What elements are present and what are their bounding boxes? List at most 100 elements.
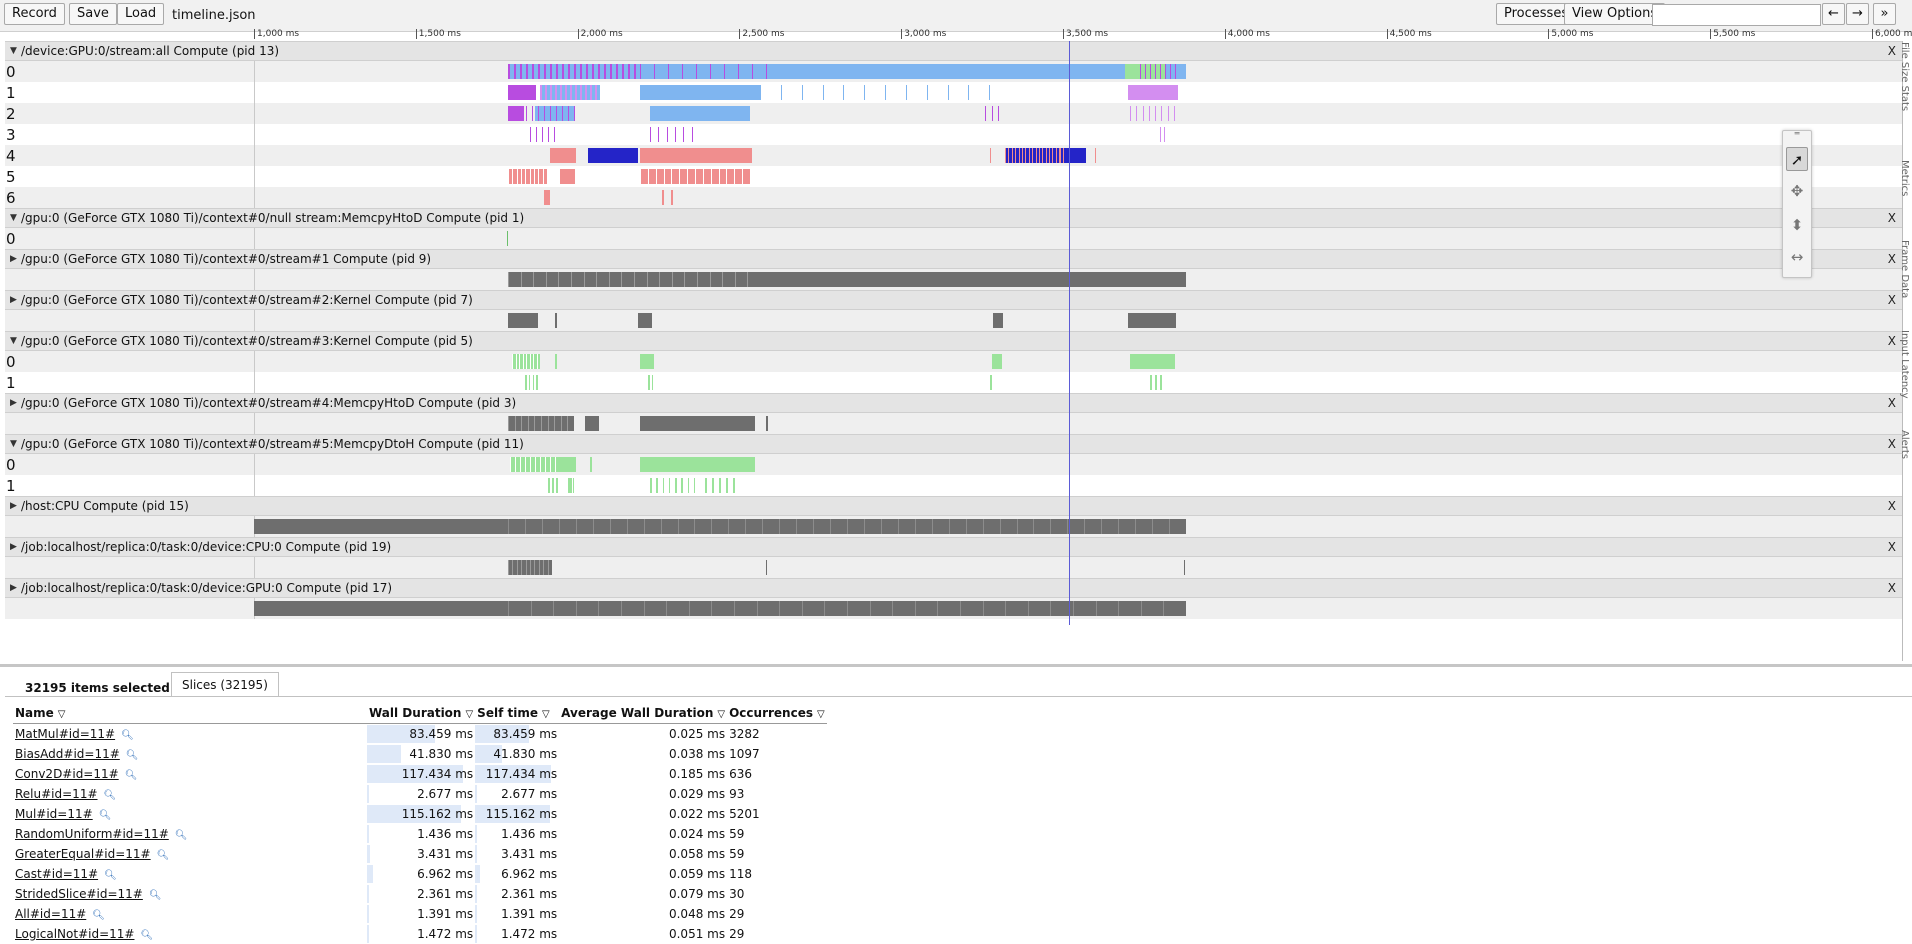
trace-slice[interactable] [536,375,538,390]
trace-slice[interactable] [550,64,552,79]
trace-slice[interactable] [948,519,950,534]
trace-slice[interactable] [671,190,673,205]
trace-slice[interactable] [1135,519,1137,534]
trace-slice[interactable] [847,519,848,534]
trace-slice[interactable] [705,478,707,493]
trace-slice[interactable] [766,416,768,431]
trace-slice[interactable] [515,354,517,369]
timeline-tracks[interactable]: ▼ /device:GPU:0/stream:all Compute (pid 1… [5,41,1902,661]
view-options-button[interactable]: View Options [1564,3,1666,25]
trace-slice[interactable] [1140,601,1142,616]
trace-slice[interactable] [1095,148,1096,163]
trace-slice[interactable] [663,169,665,184]
process-header[interactable]: ▶ /gpu:0 (GeForce GTX 1080 Ti)/context#0/… [5,290,1902,310]
mouse-mode-selector[interactable]: ═ ➚ ✥ ⬍ ↔ [1782,130,1812,278]
trace-slice[interactable] [516,169,518,184]
trace-slice[interactable] [519,354,520,369]
table-row[interactable]: All#id=11# 🔍︎ 1.391 ms 1.391 ms 0.048 ms 29 [13,904,827,924]
trace-slice[interactable] [527,416,529,431]
trace-slice[interactable] [542,127,543,142]
trace-slice[interactable] [508,106,524,121]
trace-slice[interactable] [610,64,612,79]
side-panel-tab[interactable]: Alerts [1899,430,1910,459]
trace-slice[interactable] [550,457,551,472]
trace-slice[interactable] [529,169,531,184]
trace-slice[interactable] [555,85,557,100]
trace-slice[interactable] [1050,519,1052,534]
trace-slice[interactable] [931,519,933,534]
trace-slice[interactable] [885,85,886,100]
trace-slice[interactable] [712,478,714,493]
trace-slice[interactable] [555,169,557,184]
trace-slice[interactable] [869,601,871,616]
close-process-icon[interactable]: X [1888,437,1896,451]
trace-slice[interactable] [668,478,671,493]
close-process-icon[interactable]: X [1888,540,1896,554]
trace-slice[interactable] [512,560,514,575]
close-process-icon[interactable]: X [1888,581,1896,595]
table-row[interactable]: LogicalNot#id=11# 🔍︎ 1.472 ms 1.472 ms 0.051… [13,924,827,944]
side-panel-tab[interactable]: Input Latency [1899,330,1910,399]
trace-slice[interactable] [545,457,546,472]
trace-slice[interactable] [562,106,563,121]
trace-slice[interactable] [598,64,600,79]
trace-slice[interactable] [1184,560,1185,575]
load-button[interactable]: Load [117,3,165,25]
trace-slice[interactable] [555,313,557,328]
trace-slice[interactable] [534,169,535,184]
trace-slice[interactable] [555,457,556,472]
trace-slice[interactable] [547,416,549,431]
trace-slice[interactable] [801,85,803,100]
trace-slice[interactable] [598,601,600,616]
magnifier-icon[interactable]: 🔍︎ [125,770,138,781]
process-header[interactable]: ▼ /gpu:0 (GeForce GTX 1080 Ti)/context#0/… [5,331,1902,351]
trace-slice[interactable] [1016,519,1018,534]
save-button[interactable]: Save [69,3,117,25]
trace-slice[interactable] [571,272,572,287]
trace-slice[interactable] [541,416,542,431]
table-row[interactable]: BiasAdd#id=11# 🔍︎ 41.830 ms 41.830 ms 0.038 … [13,744,827,764]
table-row[interactable]: GreaterEqual#id=11# 🔍︎ 3.431 ms 3.431 ms 0.0… [13,844,827,864]
trace-slice[interactable] [560,85,562,100]
slice-name-link[interactable]: LogicalNot#id=11# [15,927,134,941]
trace-slice[interactable] [993,313,1003,328]
trace-slice[interactable] [1155,375,1157,390]
trace-slice[interactable] [530,127,531,142]
process-header[interactable]: ▼ /device:GPU:0/stream:all Compute (pid 1… [5,41,1902,61]
trace-slice[interactable] [847,601,848,616]
trace-slice[interactable] [1170,64,1171,79]
trace-slice[interactable] [560,169,575,184]
slice-name-link[interactable]: StridedSlice#id=11# [15,887,143,901]
trace-slice[interactable] [999,519,1001,534]
trace-slice[interactable] [1032,148,1034,163]
trace-slice[interactable] [684,272,686,287]
trace-slice[interactable] [656,478,658,493]
trace-slice[interactable] [722,272,724,287]
trace-slice[interactable] [718,169,720,184]
trace-slice[interactable] [756,601,758,616]
trace-slice[interactable] [609,519,611,534]
column-header-occurrences[interactable]: Occurrences ▽ [727,702,827,724]
trace-slice[interactable] [724,64,725,79]
trace-slice[interactable] [555,354,557,369]
trace-slice[interactable] [575,85,577,100]
trace-slice[interactable] [556,478,558,493]
trace-slice[interactable] [1027,601,1029,616]
trace-slice[interactable] [622,64,624,79]
trace-slice[interactable] [554,127,555,142]
trace-slice[interactable] [508,601,509,616]
trace-slice[interactable] [1160,375,1162,390]
trace-slice[interactable] [640,169,641,184]
trace-slice[interactable] [535,106,575,121]
expanded-arrow-icon[interactable]: ▼ [10,439,17,449]
trace-slice[interactable] [553,601,555,616]
trace-slice[interactable] [688,601,690,616]
timing-mode-icon[interactable]: ↔ [1786,245,1808,269]
expanded-arrow-icon[interactable]: ▼ [10,46,17,56]
trace-slice[interactable] [687,478,689,493]
trace-slice[interactable] [666,127,668,142]
trace-slice[interactable] [655,169,657,184]
trace-slice[interactable] [626,519,628,534]
trace-slice[interactable] [937,601,939,616]
track-row[interactable] [5,598,1902,619]
